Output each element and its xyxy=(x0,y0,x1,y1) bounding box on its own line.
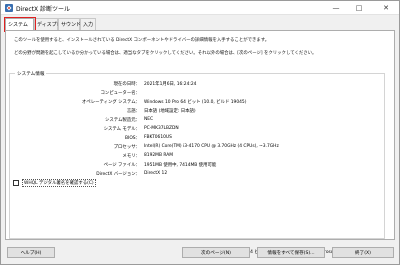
info-row-computer-name: コンピューター名： xyxy=(1,90,400,96)
info-label: BIOS： xyxy=(125,136,140,141)
system-info-legend: システム情報 xyxy=(15,71,47,77)
info-label: メモリ： xyxy=(122,154,140,159)
info-row-datetime: 現在の日時： 2021年1月6日, 16:24:24 xyxy=(1,81,400,87)
help-button[interactable]: ヘルプ(H) xyxy=(7,247,55,258)
info-row-processor: プロセッサ： Intel(R) Core(TM) i3-4170 CPU @ 3… xyxy=(1,144,400,150)
info-label: ページ ファイル： xyxy=(103,163,140,168)
whql-checkbox-label[interactable]: WHQL デジタル署名を確認する(C) xyxy=(22,179,96,187)
info-value: NEC xyxy=(144,117,154,122)
info-row-page-file: ページ ファイル： 1951MB 使用中, 7414MB 使用可能 xyxy=(1,162,400,168)
info-row-directx-version: DirectX バージョン： DirectX 12 xyxy=(1,171,400,177)
info-value: DirectX 12 xyxy=(144,171,168,176)
dxdiag-window: DirectX 診断ツール — □ ✕ システム ディスプレイ サウンド 入力 … xyxy=(0,0,400,265)
info-row-manufacturer: システム製造元： NEC xyxy=(1,117,400,123)
close-icon: ✕ xyxy=(383,4,389,12)
info-label: 現在の日時： xyxy=(113,82,140,87)
info-value: 8192MB RAM xyxy=(144,153,174,158)
info-label: プロセッサ： xyxy=(113,145,140,150)
whql-checkbox-row[interactable]: WHQL デジタル署名を確認する(C) xyxy=(13,179,96,187)
info-label: オペレーティング システム： xyxy=(81,100,140,105)
tab-input[interactable]: 入力 xyxy=(80,18,96,30)
window-title: DirectX 診断ツール xyxy=(16,6,70,13)
next-page-button[interactable]: 次のページ(N) xyxy=(182,247,250,258)
exit-button[interactable]: 終了(X) xyxy=(332,247,394,258)
info-row-os: オペレーティング システム： Windows 10 Pro 64 ビット (10… xyxy=(1,99,400,105)
intro-text-1: このツールを使用すると、インストールされている DirectX コンポーネントや… xyxy=(14,38,270,43)
maximize-button[interactable]: □ xyxy=(350,1,368,15)
whql-checkbox[interactable] xyxy=(13,180,19,186)
maximize-icon: □ xyxy=(355,4,363,12)
intro-text-2: どの分野が問題を起こしているか分かっている場合は、適当なタブをクリックしてくださ… xyxy=(14,51,317,56)
title-bar: DirectX 診断ツール — □ ✕ xyxy=(1,1,399,15)
directx-app-icon xyxy=(5,4,13,12)
close-button[interactable]: ✕ xyxy=(377,1,395,15)
info-value: FBKT0610US xyxy=(144,135,172,140)
info-value: Windows 10 Pro 64 ビット (10.0, ビルド 19045) xyxy=(144,100,247,105)
info-value: 1951MB 使用中, 7414MB 使用可能 xyxy=(144,163,217,168)
info-row-language: 言語： 日本語 (地域設定: 日本語) xyxy=(1,108,400,114)
minimize-icon: — xyxy=(332,4,340,12)
info-row-model: システム モデル： PC-MK37LBZDN xyxy=(1,126,400,132)
info-label: コンピューター名： xyxy=(100,91,140,96)
info-label: 言語： xyxy=(126,109,140,114)
tab-sound[interactable]: サウンド xyxy=(58,18,81,30)
info-value: 2021年1月6日, 16:24:24 xyxy=(144,82,197,87)
info-label: システム製造元： xyxy=(105,118,140,123)
save-all-info-button[interactable]: 情報をすべて保存(S)... xyxy=(257,247,325,258)
info-value: PC-MK37LBZDN xyxy=(144,126,179,131)
info-value: 日本語 (地域設定: 日本語) xyxy=(144,109,196,114)
tab-display[interactable]: ディスプレイ xyxy=(34,18,67,30)
info-row-bios: BIOS： FBKT0610US xyxy=(1,135,400,141)
info-label: システム モデル： xyxy=(103,127,140,132)
info-row-memory: メモリ： 8192MB RAM xyxy=(1,153,400,159)
info-value: Intel(R) Core(TM) i3-4170 CPU @ 3.70GHz … xyxy=(144,144,279,149)
minimize-button[interactable]: — xyxy=(327,1,345,15)
info-label: DirectX バージョン： xyxy=(96,172,140,177)
